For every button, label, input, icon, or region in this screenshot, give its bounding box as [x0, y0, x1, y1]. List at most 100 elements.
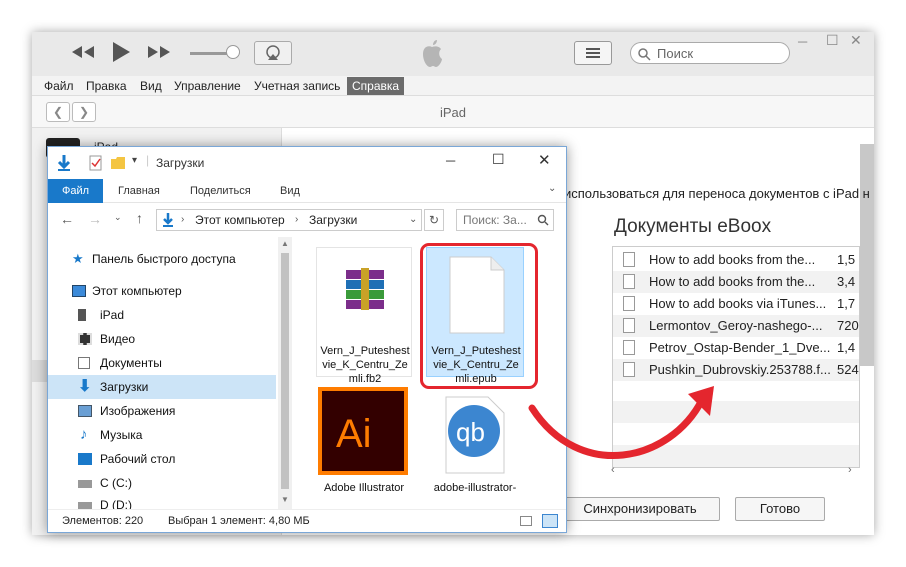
title-separator: | [146, 153, 150, 167]
nav-item-ipad[interactable]: iPad [48, 303, 276, 327]
tiles-view-icon[interactable] [542, 514, 558, 528]
nav-item-downloads[interactable]: ⬇ Загрузки [48, 375, 276, 399]
nav-up-icon[interactable]: ↑ [136, 210, 143, 226]
search-icon [638, 48, 651, 61]
scroll-down-arrow[interactable]: ▼ [281, 495, 289, 504]
back-button[interactable]: ❮ [46, 102, 70, 122]
list-item[interactable]: Lermontov_Geroy-nashego-... 720 [613, 315, 859, 337]
done-button[interactable]: Готово [735, 497, 825, 521]
menu-help[interactable]: Справка [347, 77, 405, 95]
explorer-address-row: ← → ⌄ ↑ › Этот компьютер › Загрузки ⌄ ↻ … [48, 203, 566, 237]
close-button[interactable]: ✕ [850, 32, 862, 49]
nav-item-quick-access[interactable]: ★ Панель быстрого доступа [48, 247, 276, 271]
apple-logo-icon [423, 40, 442, 67]
new-folder-icon[interactable] [110, 155, 126, 171]
menu-account[interactable]: Учетная запись [254, 79, 340, 93]
svg-text:qb: qb [456, 417, 485, 447]
fast-forward-icon[interactable] [146, 44, 172, 60]
scroll-right-arrow[interactable]: › [848, 464, 852, 476]
list-view-button[interactable] [574, 41, 612, 65]
sidebar-selected-row[interactable] [32, 360, 48, 382]
menu-edit[interactable]: Правка [86, 79, 127, 93]
nav-item-this-pc[interactable]: Этот компьютер [48, 279, 276, 303]
list-item[interactable]: How to add books from the... 3,4 [613, 271, 859, 293]
tablet-icon [78, 309, 86, 321]
nav-forward-icon[interactable]: → [88, 211, 102, 227]
status-selection: Выбран 1 элемент: 4,80 МБ [168, 515, 310, 527]
volume-knob[interactable] [226, 45, 240, 59]
scroll-up-arrow[interactable]: ▲ [281, 239, 289, 248]
properties-icon[interactable] [88, 155, 104, 171]
ribbon-expand-icon[interactable]: ⌄ [548, 183, 556, 194]
download-icon: ⬇ [78, 378, 92, 395]
explorer-minimize-button[interactable]: ─ [446, 153, 455, 168]
explorer-close-button[interactable]: ✕ [538, 151, 551, 169]
menu-controls[interactable]: Управление [174, 79, 241, 93]
airplay-button[interactable] [254, 41, 292, 65]
file-icon [623, 252, 635, 267]
star-icon: ★ [72, 251, 84, 266]
file-tile[interactable]: qb adobe-illustrator- [426, 387, 524, 494]
tab-view[interactable]: Вид [280, 179, 300, 203]
address-bar[interactable]: › Этот компьютер › Загрузки ⌄ [156, 209, 422, 231]
tab-home[interactable]: Главная [118, 179, 160, 203]
maximize-button[interactable]: ☐ [826, 32, 839, 49]
device-title: iPad [440, 105, 467, 120]
recent-locations-icon[interactable]: ⌄ [114, 212, 122, 223]
rewind-icon[interactable] [70, 44, 96, 60]
itunes-search-input[interactable]: Поиск [630, 42, 790, 64]
nav-item-drive-c[interactable]: C (C:) [48, 471, 276, 495]
forward-button[interactable]: ❯ [72, 102, 96, 122]
file-icon [623, 318, 635, 333]
documents-title: Документы eBoox [614, 216, 772, 237]
desktop-icon [78, 453, 92, 465]
address-dropdown-icon[interactable]: ⌄ [409, 210, 417, 230]
explorer-maximize-button[interactable]: ☐ [492, 151, 505, 168]
qbittorrent-icon: qb [445, 396, 505, 474]
quick-access-dropdown[interactable]: ▾ [132, 155, 137, 166]
sync-button[interactable]: Синхронизировать [560, 497, 720, 521]
list-item[interactable]: Petrov_Ostap-Bender_1_Dve... 1,4 [613, 337, 859, 359]
scroll-thumb[interactable] [281, 253, 289, 489]
list-item[interactable]: How to add books from the... 1,5 [613, 249, 859, 271]
adobe-illustrator-icon: Ai [318, 387, 408, 475]
list-item[interactable]: How to add books via iTunes... 1,7 [613, 293, 859, 315]
navigation-scrollbar[interactable]: ▲ ▼ [278, 237, 292, 509]
status-bar: Элементов: 220 Выбран 1 элемент: 4,80 МБ [48, 509, 566, 532]
itunes-scrollbar[interactable] [860, 144, 874, 366]
airplay-icon [266, 45, 280, 60]
tab-share[interactable]: Поделиться [190, 179, 251, 203]
breadcrumb-folder[interactable]: Загрузки [309, 210, 357, 230]
minimize-button[interactable]: ─ [798, 34, 807, 49]
menu-file[interactable]: Файл [44, 79, 74, 93]
file-tile[interactable]: Vern_J_Puteshest vie_K_Centru_Ze mli.fb2 [316, 247, 412, 385]
drive-icon [78, 480, 92, 488]
play-icon[interactable] [110, 40, 132, 64]
itunes-menu-bar: Файл Правка Вид Управление Учетная запис… [32, 76, 874, 96]
tab-file[interactable]: Файл [48, 179, 104, 203]
breadcrumb-root[interactable]: Этот компьютер [195, 210, 285, 230]
file-icon [623, 340, 635, 355]
file-tile[interactable]: Ai Adobe Illustrator [316, 387, 412, 494]
details-view-icon[interactable] [520, 516, 532, 526]
explorer-search-input[interactable]: Поиск: За... [456, 209, 554, 231]
nav-item-music[interactable]: ♪ Музыка [48, 423, 276, 447]
document-icon [78, 357, 90, 369]
file-sharing-info: использоваться для переноса документов с… [564, 186, 870, 201]
arrow-icon [528, 386, 714, 459]
nav-item-drive-d[interactable]: D (D:) [48, 493, 276, 509]
nav-item-video[interactable]: Видео [48, 327, 276, 351]
nav-item-documents[interactable]: Документы [48, 351, 276, 375]
file-icon [623, 296, 635, 311]
computer-icon [72, 285, 86, 297]
nav-item-pictures[interactable]: Изображения [48, 399, 276, 423]
refresh-button[interactable]: ↻ [424, 209, 444, 231]
itunes-search-placeholder: Поиск [657, 46, 694, 61]
nav-item-desktop[interactable]: Рабочий стол [48, 447, 276, 471]
explorer-ribbon: Файл Главная Поделиться Вид ⌄ [48, 179, 566, 203]
nav-back-icon[interactable]: ← [60, 211, 74, 227]
drive-icon [78, 502, 92, 509]
explorer-search-placeholder: Поиск: За... [463, 213, 527, 227]
explorer-window: ▾ | Загрузки ─ ☐ ✕ Файл Главная Поделить… [47, 146, 567, 533]
menu-view[interactable]: Вид [140, 79, 162, 93]
